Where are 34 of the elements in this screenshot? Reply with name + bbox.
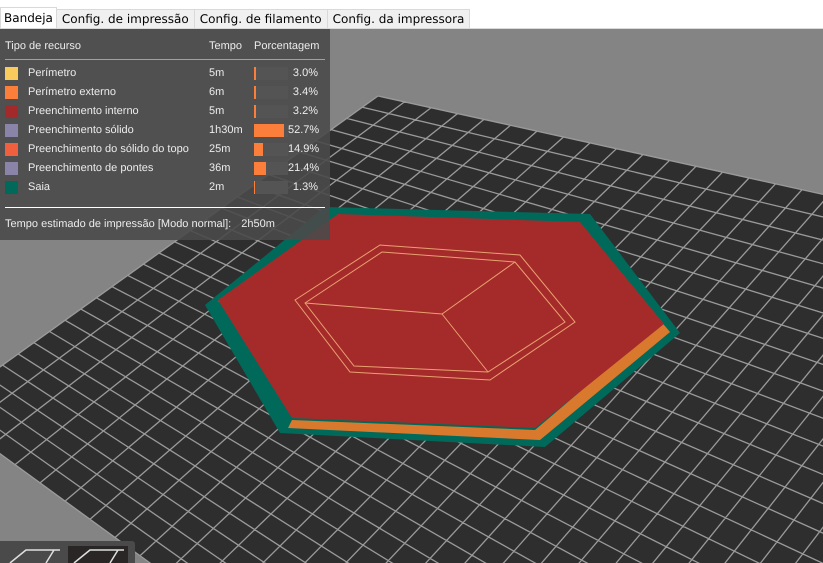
- feature-name: Preenchimento interno: [28, 104, 140, 119]
- feature-time: 2m: [209, 180, 226, 195]
- feature-percent: 3.2%: [292, 104, 318, 119]
- tab[interactable]: Config. de filamento: [194, 9, 328, 28]
- feature-time: 1h30m: [209, 122, 244, 138]
- box-icon: [72, 548, 124, 563]
- feature-percent: 14.9%: [288, 142, 318, 157]
- feature-name: Preenchimento do sólido do topo: [28, 142, 190, 157]
- total-time-label: Tempo estimado de impressão [Modo normal]:: [5, 216, 232, 232]
- feature-name: Preenchimento de pontes: [28, 160, 154, 176]
- tab[interactable]: Config. da impressora: [328, 9, 470, 28]
- column-header: Porcentagem: [254, 39, 320, 54]
- total-time-value: 2h50m: [241, 216, 275, 232]
- feature-time: 5m: [209, 104, 226, 119]
- box-icon: [8, 548, 60, 563]
- feature-name: Perímetro: [28, 66, 78, 81]
- feature-percent: 1.3%: [292, 180, 318, 195]
- feature-time: 36m: [209, 160, 232, 176]
- tab[interactable]: Bandeja: [0, 7, 57, 28]
- feature-name: Saia: [28, 180, 52, 195]
- feature-name: Preenchimento sólido: [28, 122, 135, 138]
- column-header: Tipo de recurso: [5, 39, 82, 54]
- feature-time: 6m: [209, 84, 226, 100]
- feature-time: 25m: [209, 142, 232, 157]
- tab[interactable]: Config. de impressão: [56, 9, 195, 28]
- feature-time: 5m: [209, 66, 226, 81]
- feature-name: Perímetro externo: [28, 84, 118, 100]
- feature-percent: 3.0%: [292, 66, 318, 81]
- column-header: Tempo: [209, 39, 244, 54]
- feature-percent: 52.7%: [288, 122, 318, 138]
- view-mode-button[interactable]: [68, 546, 128, 563]
- feature-percent: 3.4%: [292, 84, 318, 100]
- 3d-viewport[interactable]: [0, 29, 823, 563]
- feature-percent: 21.4%: [288, 160, 318, 176]
